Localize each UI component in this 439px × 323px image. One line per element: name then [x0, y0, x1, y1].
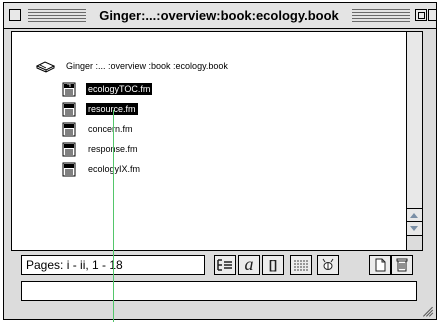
page-icon [375, 258, 386, 272]
document-icon [62, 162, 76, 177]
trash-icon [396, 258, 408, 272]
resize-grip[interactable] [421, 305, 434, 317]
collapse-box[interactable] [428, 9, 436, 21]
title-bar[interactable]: Ginger:...:overview:book:ecology.book [4, 3, 436, 29]
document-icon [62, 102, 76, 117]
vertical-scrollbar[interactable] [406, 32, 422, 250]
document-icon [62, 142, 76, 157]
file-list-frame: Ginger :... :overview :book :ecology.boo… [11, 31, 423, 251]
file-name: concern.fm [88, 124, 133, 134]
title-stripes-right [352, 9, 410, 22]
zoom-box[interactable] [415, 9, 427, 21]
document-icon [62, 82, 76, 97]
structure-icon [217, 259, 232, 271]
window-title: Ginger:...:overview:book:ecology.book [88, 7, 350, 24]
scroll-up-button[interactable] [407, 208, 422, 222]
new-page-button[interactable] [369, 255, 391, 275]
file-name: resource.fm [86, 103, 138, 115]
close-box[interactable] [9, 9, 21, 21]
arrow-down-icon [410, 226, 418, 231]
trash-button[interactable] [391, 255, 413, 275]
character-format-button[interactable]: a [238, 255, 260, 275]
list-button[interactable] [290, 255, 312, 275]
file-list[interactable]: Ginger :... :overview :book :ecology.boo… [12, 32, 406, 250]
markers-button[interactable]: [] [262, 255, 284, 275]
scroll-down-button[interactable] [407, 221, 422, 235]
brackets-icon: [] [269, 258, 277, 272]
guide-line [113, 110, 114, 322]
file-name: ecologyIX.fm [88, 164, 141, 174]
bee-button[interactable] [317, 255, 339, 275]
bee-icon [322, 258, 334, 270]
file-name: ecologyTOC.fm [86, 83, 153, 95]
document-icon [62, 122, 76, 137]
title-stripes-left [28, 9, 86, 22]
book-path: Ginger :... :overview :book :ecology.boo… [66, 61, 228, 71]
scroll-corner [407, 235, 422, 250]
italic-a-icon: a [244, 254, 254, 274]
list-icon [294, 260, 308, 271]
arrow-up-icon [410, 213, 418, 218]
book-icon [36, 61, 56, 73]
message-field [21, 281, 417, 301]
structure-button[interactable] [214, 255, 236, 275]
